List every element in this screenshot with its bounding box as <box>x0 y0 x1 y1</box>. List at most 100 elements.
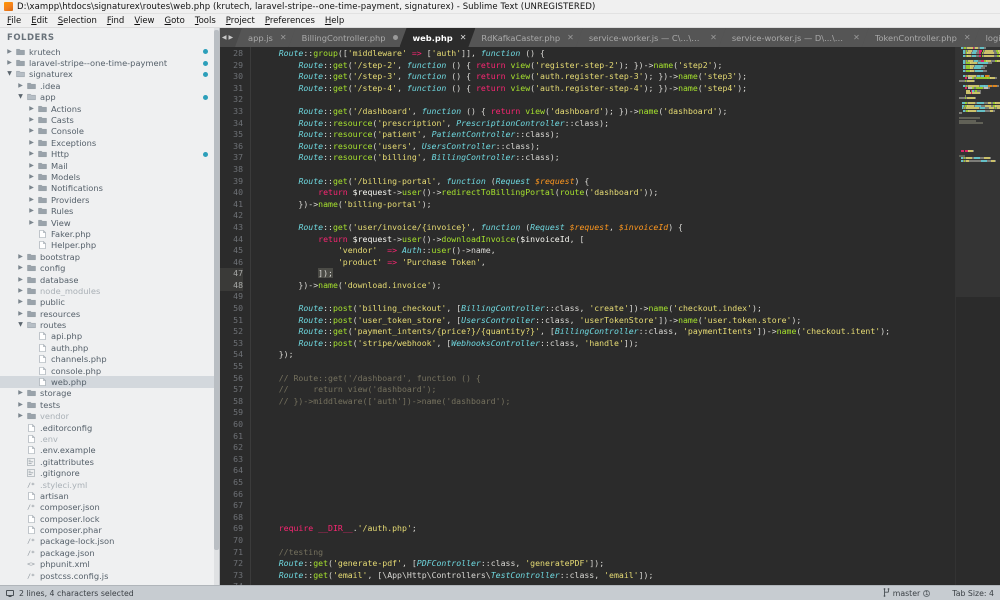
code-line[interactable]: Route::resource('patient', PatientContro… <box>259 129 955 141</box>
code-line[interactable]: 'vendor' => Auth::user()->name, <box>259 245 955 257</box>
tab-unsaved-indicator[interactable] <box>393 35 398 40</box>
chevron-left-icon[interactable]: ◀ <box>222 34 227 41</box>
sidebar-item-bootstrap[interactable]: ▶ bootstrap <box>0 251 219 262</box>
code-line[interactable] <box>259 454 955 466</box>
chevron-right-icon[interactable]: ▶ <box>27 162 36 169</box>
sidebar-item-view[interactable]: ▶ View <box>0 217 219 228</box>
code-line[interactable]: return $request->user()->downloadInvoice… <box>259 234 955 246</box>
menu-item-view[interactable]: View <box>129 15 159 27</box>
sidebar-item-console[interactable]: ▶ Console <box>0 126 219 137</box>
sidebar-item-env-example[interactable]: .env.example <box>0 445 219 456</box>
code-line[interactable]: // return view('dashboard'); <box>259 384 955 396</box>
menu-item-tools[interactable]: Tools <box>190 15 221 27</box>
sidebar-item-http[interactable]: ▶ Http <box>0 149 219 160</box>
code-line[interactable] <box>259 465 955 477</box>
sidebar-item-config[interactable]: ▶ config <box>0 262 219 273</box>
chevron-right-icon[interactable]: ▶ <box>16 299 25 305</box>
code-line[interactable]: return $request->user()->redirectToBilli… <box>259 187 955 199</box>
sidebar-item-artisan[interactable]: artisan <box>0 490 219 501</box>
code-line[interactable] <box>259 442 955 454</box>
tab-service-worker-js-d-krutech[interactable]: service-worker.js — D\...\krutech ✕ <box>719 28 869 47</box>
tab-nav-arrows[interactable]: ◀ ▶ <box>220 28 235 47</box>
minimap[interactable] <box>955 47 1000 585</box>
menu-item-preferences[interactable]: Preferences <box>260 15 320 27</box>
code-line[interactable]: Route::get('payment_intents/{price?}/{qu… <box>259 326 955 338</box>
sidebar-item-models[interactable]: ▶ Models <box>0 171 219 182</box>
code-line[interactable]: Route::group(['middleware' => ['auth']],… <box>259 48 955 60</box>
chevron-right-icon[interactable]: ▶ <box>27 219 36 226</box>
sidebar-item-signaturex[interactable]: ▼ signaturex <box>0 69 219 80</box>
code-line[interactable]: Route::get ('user/invoice/{invoice}', fun… <box>259 222 955 234</box>
code-line[interactable]: Route::post('stripe/webhook', [WebhooksC… <box>259 338 955 350</box>
close-icon[interactable]: ✕ <box>460 34 467 42</box>
chevron-right-icon[interactable]: ▶ <box>27 196 36 203</box>
sidebar-item-composer-phar[interactable]: composer.phar <box>0 524 219 535</box>
chevron-right-icon[interactable]: ▶ <box>16 82 25 89</box>
chevron-right-icon[interactable]: ▶ <box>27 139 36 146</box>
close-icon[interactable]: ✕ <box>710 34 717 42</box>
sidebar-item-public[interactable]: ▶ public <box>0 297 219 308</box>
code-line[interactable]: }); <box>259 349 955 361</box>
sidebar-item-database[interactable]: ▶ database <box>0 274 219 285</box>
git-branch-status[interactable]: master 1 <box>883 587 931 599</box>
chevron-right-icon[interactable]: ▶ <box>27 117 36 123</box>
code-line[interactable] <box>259 512 955 524</box>
chevron-right-icon[interactable]: ▶ <box>16 276 25 283</box>
sidebar-item-console-php[interactable]: console.php <box>0 365 219 376</box>
close-icon[interactable]: ✕ <box>853 34 860 42</box>
sidebar-item-editorconfig[interactable]: .editorconfig <box>0 422 219 433</box>
chevron-right-icon[interactable]: ▶ <box>16 265 25 271</box>
code-line[interactable]: Route::get('/step-3', function () { retu… <box>259 71 955 83</box>
code-line[interactable] <box>259 164 955 176</box>
code-line[interactable]: Route::resource('billing', BillingContro… <box>259 152 955 164</box>
menu-item-find[interactable]: Find <box>102 15 129 27</box>
sidebar-item-web-php[interactable]: web.php <box>0 376 219 388</box>
sidebar-item-krutech[interactable]: ▶ krutech <box>0 46 219 57</box>
code-line[interactable] <box>259 407 955 419</box>
sidebar-item-postcss-config-js[interactable]: /* postcss.config.js <box>0 570 219 581</box>
sidebar-item-mail[interactable]: ▶ Mail <box>0 160 219 171</box>
code-line[interactable]: ]); <box>259 268 955 280</box>
menu-item-edit[interactable]: Edit <box>26 15 52 27</box>
sidebar-item-composer-lock[interactable]: composer.lock <box>0 513 219 524</box>
code-line[interactable]: //testing <box>259 547 955 559</box>
code-line[interactable]: Route::get('/dashboard', function () { r… <box>259 106 955 118</box>
sidebar-item-app[interactable]: ▼ app <box>0 92 219 103</box>
code-line[interactable]: })->name('billing-portal'); <box>259 199 955 211</box>
code-line[interactable]: 'product' => 'Purchase Token', <box>259 257 955 269</box>
code-line[interactable] <box>259 94 955 106</box>
chevron-right-icon[interactable]: ▶ <box>16 401 25 408</box>
chevron-down-icon[interactable]: ▼ <box>16 322 25 328</box>
sidebar-item-rules[interactable]: ▶ Rules <box>0 205 219 216</box>
sidebar-item-package-lock-json[interactable]: /* package-lock.json <box>0 536 219 547</box>
code-line[interactable] <box>259 210 955 222</box>
sidebar-item-helper-php[interactable]: Helper.php <box>0 240 219 251</box>
chevron-right-icon[interactable]: ▶ <box>16 310 25 317</box>
code-line[interactable]: Route::resource('prescription', Prescrip… <box>259 118 955 130</box>
chevron-right-icon[interactable]: ▶ <box>16 287 25 294</box>
sidebar-item-auth-php[interactable]: auth.php <box>0 342 219 353</box>
sidebar-item-composer-json[interactable]: /* composer.json <box>0 502 219 513</box>
sidebar-item-api-php[interactable]: api.php <box>0 331 219 342</box>
chevron-right-icon[interactable]: ▶ <box>16 390 25 396</box>
tab-size-status[interactable]: Tab Size: 4 <box>952 589 994 598</box>
sidebar-scrollbar[interactable] <box>214 28 219 585</box>
sidebar-item-casts[interactable]: ▶ Casts <box>0 114 219 125</box>
sidebar-item-gitattributes[interactable]: .gitattributes <box>0 456 219 467</box>
sidebar-item-resources[interactable]: ▶ resources <box>0 308 219 319</box>
code-line[interactable]: Route::get('/billing-portal', function (… <box>259 176 955 188</box>
sidebar-item-styleci-yml[interactable]: /* .styleci.yml <box>0 479 219 490</box>
sidebar-item-gitignore[interactable]: .gitignore <box>0 467 219 478</box>
chevron-right-icon[interactable]: ▶ <box>5 48 14 55</box>
sidebar-item-node-modules[interactable]: ▶ node_modules <box>0 285 219 296</box>
code-line[interactable] <box>259 500 955 512</box>
chevron-right-icon[interactable]: ▶ <box>5 60 14 66</box>
sidebar-item-vendor[interactable]: ▶ vendor <box>0 411 219 422</box>
sidebar-item-notifications[interactable]: ▶ Notifications <box>0 183 219 194</box>
chevron-right-icon[interactable]: ▶ <box>16 413 25 419</box>
code-line[interactable]: })->name('download.invoice'); <box>259 280 955 292</box>
code-line[interactable]: // })->middleware(['auth'])->name('dashb… <box>259 396 955 408</box>
chevron-down-icon[interactable]: ▼ <box>5 71 14 77</box>
code-line[interactable] <box>259 489 955 501</box>
code-line[interactable]: require __DIR__.'/auth.php'; <box>259 523 955 535</box>
